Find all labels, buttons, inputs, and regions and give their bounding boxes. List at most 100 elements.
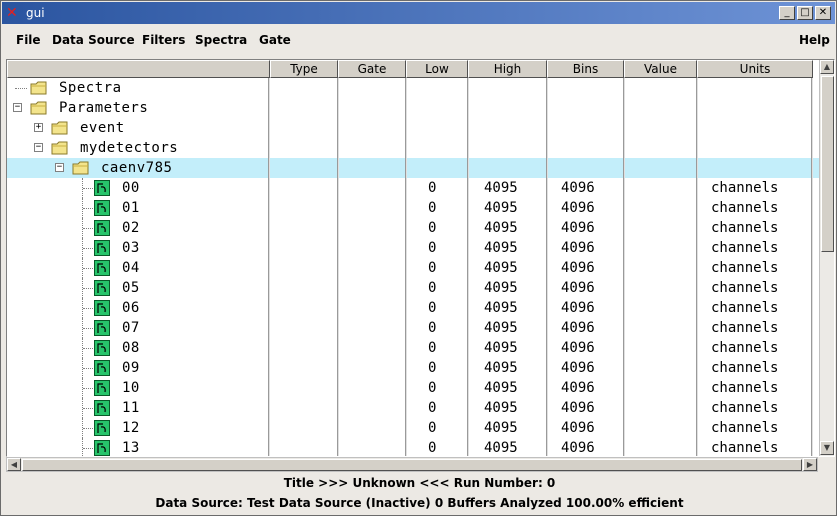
parameter-icon <box>94 400 110 416</box>
cell-bins: 4096 <box>561 280 595 296</box>
column-header-high[interactable]: High <box>468 60 547 78</box>
parameter-icon <box>94 180 110 196</box>
cell-units: channels <box>711 340 779 356</box>
folder-icon <box>30 81 48 95</box>
parameter-icon <box>94 220 110 236</box>
tree-node-label: caenv785 <box>101 160 173 176</box>
data-source-status-line: Data Source: Test Data Source (Inactive)… <box>155 496 684 510</box>
parameter-icon <box>94 340 110 356</box>
column-divider <box>546 78 548 456</box>
scroll-right-arrow-icon[interactable]: ▶ <box>803 458 817 471</box>
folder-icon <box>51 121 69 135</box>
cell-low: 0 <box>428 360 437 376</box>
tree-connector <box>83 368 93 369</box>
column-divider <box>696 78 698 456</box>
parameter-name: 01 <box>122 200 140 216</box>
parameter-name: 12 <box>122 420 140 436</box>
title-bar[interactable]: ✕ gui _ □ ✕ <box>2 2 835 24</box>
cell-low: 0 <box>428 420 437 436</box>
column-divider <box>337 78 339 456</box>
parameter-icon <box>94 260 110 276</box>
column-header-value[interactable]: Value <box>624 60 697 78</box>
cell-bins: 4096 <box>561 400 595 416</box>
window-title: gui <box>26 6 45 20</box>
cell-high: 4095 <box>484 220 518 236</box>
parameter-name: 07 <box>122 320 140 336</box>
parameter-name: 03 <box>122 240 140 256</box>
column-divider <box>405 78 407 456</box>
menu-data-source[interactable]: Data Source <box>52 32 135 48</box>
parameter-name: 09 <box>122 360 140 376</box>
horizontal-scrollbar[interactable]: ◀ ▶ <box>6 457 818 472</box>
cell-bins: 4096 <box>561 440 595 456</box>
column-header-type[interactable]: Type <box>270 60 338 78</box>
parameter-icon <box>94 240 110 256</box>
cell-bins: 4096 <box>561 340 595 356</box>
cell-bins: 4096 <box>561 240 595 256</box>
cell-high: 4095 <box>484 200 518 216</box>
expand-icon[interactable]: + <box>34 123 43 132</box>
scroll-down-arrow-icon[interactable]: ▼ <box>820 441 834 455</box>
cell-high: 4095 <box>484 320 518 336</box>
maximize-button[interactable]: □ <box>797 6 813 20</box>
collapse-icon[interactable]: − <box>13 103 22 112</box>
tree-node-label: mydetectors <box>80 140 179 156</box>
cell-high: 4095 <box>484 260 518 276</box>
scroll-up-arrow-icon[interactable]: ▲ <box>820 60 834 74</box>
folder-icon <box>30 101 48 115</box>
tree-node-label: Spectra <box>59 80 122 96</box>
cell-high: 4095 <box>484 340 518 356</box>
cell-units: channels <box>711 400 779 416</box>
menu-filters[interactable]: Filters <box>142 32 185 48</box>
parameter-icon <box>94 420 110 436</box>
tree-connector <box>83 208 93 209</box>
cell-units: channels <box>711 380 779 396</box>
menu-file[interactable]: File <box>16 32 41 48</box>
collapse-icon[interactable]: − <box>55 163 64 172</box>
tree-connector <box>83 228 93 229</box>
cell-bins: 4096 <box>561 420 595 436</box>
cell-units: channels <box>711 440 779 456</box>
tree-node-label: Parameters <box>59 100 149 116</box>
cell-low: 0 <box>428 220 437 236</box>
parameter-tree-table[interactable]: Type Gate Low High Bins Value Units Spec… <box>6 59 835 457</box>
cell-low: 0 <box>428 240 437 256</box>
column-header-low[interactable]: Low <box>406 60 468 78</box>
cell-bins: 4096 <box>561 300 595 316</box>
menu-gate[interactable]: Gate <box>259 32 291 48</box>
parameter-icon <box>94 280 110 296</box>
table-header: Type Gate Low High Bins Value Units <box>7 60 819 78</box>
cell-high: 4095 <box>484 400 518 416</box>
collapse-icon[interactable]: − <box>34 143 43 152</box>
tree-node-label: event <box>80 120 125 136</box>
cell-units: channels <box>711 320 779 336</box>
folder-icon <box>72 161 90 175</box>
tree-connector <box>83 268 93 269</box>
column-header-tree[interactable] <box>7 60 270 78</box>
column-header-gate[interactable]: Gate <box>338 60 406 78</box>
cell-units: channels <box>711 260 779 276</box>
column-header-units[interactable]: Units <box>697 60 813 78</box>
parameter-name: 08 <box>122 340 140 356</box>
cell-bins: 4096 <box>561 200 595 216</box>
cell-high: 4095 <box>484 180 518 196</box>
parameter-icon <box>94 440 110 456</box>
vertical-scrollbar[interactable]: ▲ ▼ <box>819 60 834 456</box>
tree-connector <box>83 308 93 309</box>
menu-spectra[interactable]: Spectra <box>195 32 247 48</box>
cell-units: channels <box>711 220 779 236</box>
vertical-scroll-thumb[interactable] <box>821 76 834 252</box>
cell-units: channels <box>711 420 779 436</box>
menu-help[interactable]: Help <box>799 32 830 48</box>
horizontal-scroll-thumb[interactable] <box>22 459 802 471</box>
close-button[interactable]: ✕ <box>815 6 831 20</box>
column-header-bins[interactable]: Bins <box>547 60 624 78</box>
folder-icon <box>51 141 69 155</box>
scroll-left-arrow-icon[interactable]: ◀ <box>7 458 21 471</box>
tree-connector <box>83 328 93 329</box>
cell-low: 0 <box>428 280 437 296</box>
run-status-line: Title >>> Unknown <<< Run Number: 0 <box>283 476 556 490</box>
parameter-icon <box>94 360 110 376</box>
parameter-icon <box>94 200 110 216</box>
minimize-button[interactable]: _ <box>779 6 795 20</box>
